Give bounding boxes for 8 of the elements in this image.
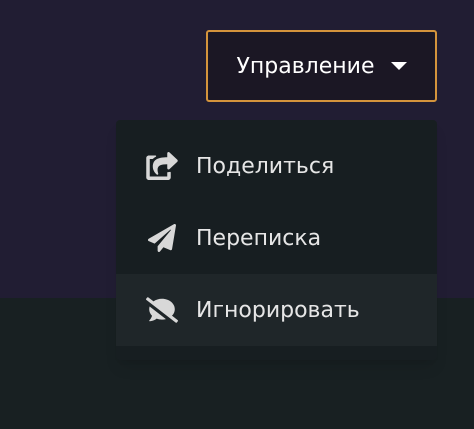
caret-icon [390,62,406,70]
menu-item[interactable]: Игнорировать [116,274,437,346]
share-icon [146,152,178,180]
menu-button[interactable]: Управление [206,30,437,102]
menu-item[interactable]: Поделиться [116,130,437,202]
paper-plane-icon [146,224,178,252]
menu-item[interactable]: Переписка [116,202,437,274]
comment-slash-icon [146,296,178,324]
